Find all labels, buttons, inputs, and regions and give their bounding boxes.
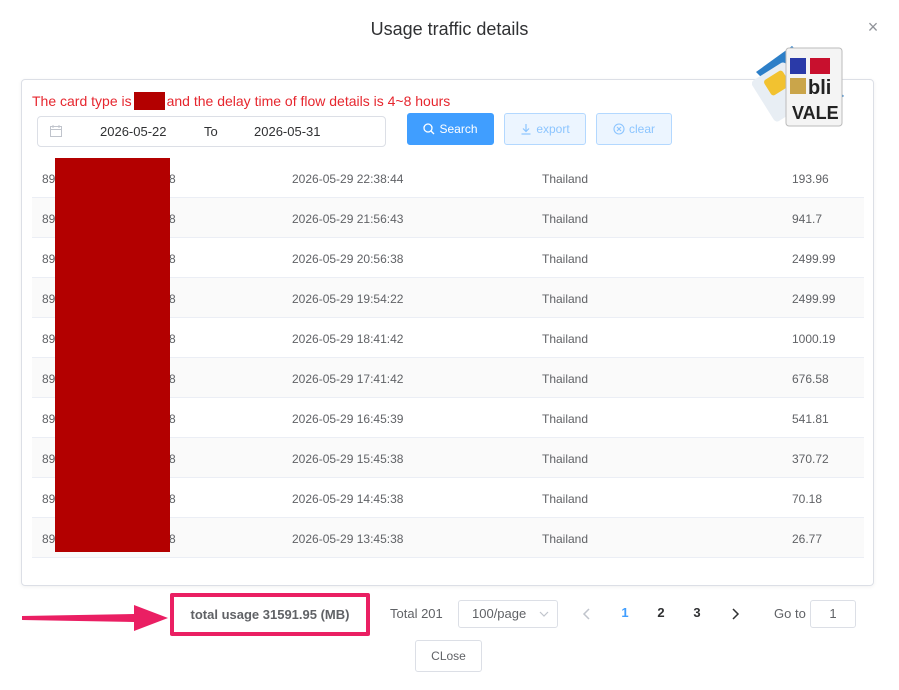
- end-date-input[interactable]: 2026-05-31: [254, 124, 321, 139]
- dialog-title: Usage traffic details: [370, 19, 529, 39]
- goto-label: Go to: [774, 606, 806, 621]
- country-cell: Thailand: [542, 372, 589, 386]
- card-id-end: 8: [169, 332, 176, 346]
- timestamp-cell: 2026-05-29 21:56:43: [292, 212, 404, 226]
- logo-text-bottom: VALE: [792, 103, 839, 123]
- timestamp-cell: 2026-05-29 20:56:38: [292, 252, 404, 266]
- country-cell: Thailand: [542, 332, 589, 346]
- date-range-picker[interactable]: 2026-05-22 To 2026-05-31: [37, 116, 386, 147]
- goto-page-input[interactable]: 1: [810, 600, 856, 628]
- redaction-block: [55, 158, 170, 552]
- page-size-value: 100/page: [472, 606, 527, 621]
- card-id-end: 8: [169, 532, 176, 546]
- card-id-start: 89: [42, 172, 56, 186]
- clear-button[interactable]: clear: [596, 113, 672, 145]
- country-cell: Thailand: [542, 532, 589, 546]
- card-id-start: 89: [42, 532, 56, 546]
- card-id-end: 8: [169, 292, 176, 306]
- country-cell: Thailand: [542, 452, 589, 466]
- country-cell: Thailand: [542, 292, 589, 306]
- usage-cell: 541.81: [792, 412, 829, 426]
- notice-text: The card type is and the delay time of fl…: [32, 92, 450, 110]
- clear-circle-icon: [613, 123, 625, 135]
- search-button[interactable]: Search: [407, 113, 494, 145]
- range-separator: To: [204, 124, 218, 139]
- usage-cell: 26.77: [792, 532, 823, 546]
- download-icon: [521, 124, 531, 135]
- timestamp-cell: 2026-05-29 19:54:22: [292, 292, 404, 306]
- timestamp-cell: 2026-05-29 16:45:39: [292, 412, 404, 426]
- total-count: Total 201: [390, 606, 443, 621]
- country-cell: Thailand: [542, 172, 589, 186]
- usage-cell: 2499.99: [792, 252, 836, 266]
- card-id-start: 89: [42, 372, 56, 386]
- notice-suffix: and the delay time of flow details is 4~…: [166, 93, 451, 109]
- usage-cell: 676.58: [792, 372, 829, 386]
- usage-cell: 370.72: [792, 452, 829, 466]
- search-icon: [423, 123, 435, 135]
- page-button-1[interactable]: 1: [615, 605, 635, 620]
- usage-cell: 70.18: [792, 492, 823, 506]
- logo-text-top: bli: [808, 77, 831, 99]
- page-size-select[interactable]: 100/page: [458, 600, 558, 628]
- card-id-end: 8: [169, 172, 176, 186]
- timestamp-cell: 2026-05-29 14:45:38: [292, 492, 404, 506]
- chevron-down-icon: [539, 611, 549, 617]
- usage-cell: 193.96: [792, 172, 829, 186]
- blivale-logo: bli VALE: [751, 44, 848, 134]
- timestamp-cell: 2026-05-29 15:45:38: [292, 452, 404, 466]
- usage-cell: 1000.19: [792, 332, 836, 346]
- export-button-label: export: [536, 122, 570, 136]
- start-date-input[interactable]: 2026-05-22: [100, 124, 167, 139]
- sim-card-icon: bli VALE: [751, 46, 844, 127]
- country-cell: Thailand: [542, 412, 589, 426]
- card-id-end: 8: [169, 492, 176, 506]
- close-icon[interactable]: ×: [864, 18, 882, 36]
- timestamp-cell: 2026-05-29 18:41:42: [292, 332, 404, 346]
- card-id-end: 8: [169, 372, 176, 386]
- card-id-start: 89: [42, 252, 56, 266]
- card-id-end: 8: [169, 252, 176, 266]
- card-id-end: 8: [169, 412, 176, 426]
- page-button-2[interactable]: 2: [651, 605, 671, 620]
- card-id-start: 89: [42, 492, 56, 506]
- country-cell: Thailand: [542, 252, 589, 266]
- card-id-end: 8: [169, 452, 176, 466]
- card-id-start: 89: [42, 452, 56, 466]
- total-usage-label: total usage 31591.95 (MB): [170, 593, 370, 636]
- calendar-icon: [50, 125, 62, 137]
- arrow-icon: [22, 605, 168, 631]
- chevron-right-icon[interactable]: [730, 608, 740, 620]
- card-id-start: 89: [42, 292, 56, 306]
- card-id-end: 8: [169, 212, 176, 226]
- timestamp-cell: 2026-05-29 22:38:44: [292, 172, 404, 186]
- chevron-left-icon[interactable]: [582, 608, 592, 620]
- country-cell: Thailand: [542, 212, 589, 226]
- usage-cell: 2499.99: [792, 292, 836, 306]
- notice-prefix: The card type is: [32, 93, 132, 109]
- country-cell: Thailand: [542, 492, 589, 506]
- card-id-start: 89: [42, 332, 56, 346]
- clear-button-label: clear: [628, 122, 655, 136]
- export-button[interactable]: export: [504, 113, 586, 145]
- usage-cell: 941.7: [792, 212, 823, 226]
- card-id-start: 89: [42, 412, 56, 426]
- timestamp-cell: 2026-05-29 17:41:42: [292, 372, 404, 386]
- card-id-start: 89: [42, 212, 56, 226]
- close-button[interactable]: CLose: [415, 640, 482, 672]
- search-button-label: Search: [439, 122, 478, 136]
- timestamp-cell: 2026-05-29 13:45:38: [292, 532, 404, 546]
- notice-redaction: [133, 92, 165, 110]
- page-button-3[interactable]: 3: [687, 605, 707, 620]
